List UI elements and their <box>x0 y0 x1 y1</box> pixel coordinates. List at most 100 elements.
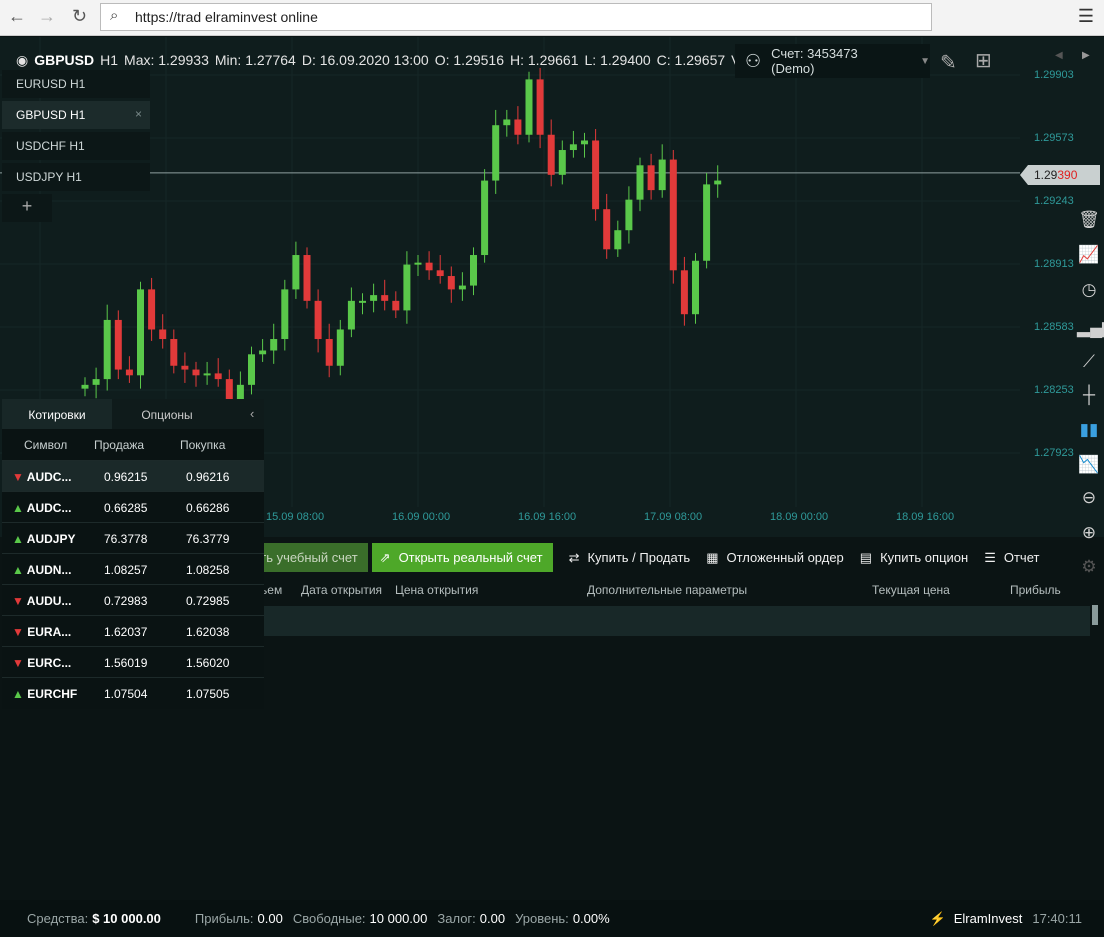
candle-body <box>370 295 378 301</box>
chart-tabs: EURUSD H1 GBPUSD H1 × USDCHF H1 USDJPY H1… <box>2 70 150 222</box>
funds-value: $ 10 000.00 <box>92 911 161 926</box>
zoom-in-icon[interactable]: ⊕ <box>1077 523 1101 543</box>
candle-body <box>503 119 511 126</box>
grid-layout-icon[interactable]: ⊞ <box>975 48 992 73</box>
quote-row[interactable]: ▲ AUDJPY 76.3778 76.3779 <box>2 522 264 553</box>
external-icon: ⇗ <box>379 550 391 565</box>
quote-symbol: AUDU... <box>26 594 72 608</box>
buy-option-button[interactable]: ▤ Купить опцион <box>860 550 968 566</box>
arrow-up-icon: ▲ <box>12 563 24 577</box>
candle-body <box>392 300 400 311</box>
report-icon: ☰ <box>984 549 996 565</box>
quote-symbol: AUDC... <box>26 470 72 484</box>
margin-value: 0.00 <box>479 911 506 926</box>
price-main: 1.29 <box>1034 168 1058 182</box>
candle-body <box>458 285 466 290</box>
quote-sell: 0.66285 <box>104 501 148 515</box>
candle-body <box>248 354 255 385</box>
symbol: GBPUSD <box>34 52 95 68</box>
candle-body <box>481 180 489 256</box>
candle-body <box>470 255 477 286</box>
candle-body <box>159 329 167 340</box>
quote-buy: 0.96216 <box>186 470 230 484</box>
buy-sell-button[interactable]: ⇄ Купить / Продать <box>569 550 691 566</box>
col-current-price[interactable]: Текущая цена <box>872 583 950 597</box>
settings-icon[interactable]: ⚙ <box>1077 557 1101 577</box>
indicators-icon[interactable]: 📉 <box>1077 455 1101 475</box>
col-extra-params[interactable]: Дополнительные параметры <box>587 583 747 597</box>
close-icon[interactable]: × <box>135 107 142 121</box>
quote-buy: 1.08258 <box>186 563 230 577</box>
browser-menu-button[interactable]: ☰ <box>1078 6 1094 27</box>
quote-row[interactable]: ▼ EURA... 1.62037 1.62038 <box>2 615 264 646</box>
tab-usdchf[interactable]: USDCHF H1 <box>2 132 150 160</box>
address-bar[interactable]: ⌕ https://trad elraminvest online <box>100 3 932 31</box>
edit-icon[interactable]: ✎ <box>940 50 957 75</box>
tab-gbpusd[interactable]: GBPUSD H1 × <box>2 101 150 129</box>
forward-button[interactable]: → <box>38 6 56 27</box>
trendline-icon[interactable]: ⟋ <box>1077 352 1101 372</box>
add-tab-button[interactable]: + <box>2 194 52 222</box>
zoom-out-icon[interactable]: ⊖ <box>1077 488 1101 508</box>
quote-row[interactable]: ▲ AUDN... 1.08257 1.08258 <box>2 553 264 584</box>
tab-usdjpy[interactable]: USDJPY H1 <box>2 163 150 191</box>
trash-icon[interactable]: 🗑 <box>1077 210 1101 230</box>
back-button[interactable]: ← <box>8 6 26 27</box>
account-selector[interactable]: ⚇ Счет: 3453473 (Demo) ▼ <box>735 44 930 78</box>
arrow-left-icon[interactable]: ◀ <box>1055 50 1063 61</box>
y-tick-label: 1.27923 <box>1034 447 1074 459</box>
quote-row[interactable]: ▼ AUDC... 0.96215 0.96216 <box>2 460 264 491</box>
header-buy: Покупка <box>180 438 226 452</box>
col-open-price[interactable]: Цена открытия <box>395 583 478 597</box>
candle-body <box>658 159 666 191</box>
candles-icon[interactable]: ▮▮ <box>1077 420 1101 440</box>
report-button[interactable]: ☰ Отчет <box>984 550 1039 566</box>
table-row[interactable] <box>264 606 1090 636</box>
tab-options[interactable]: Опционы <box>112 399 222 429</box>
col-profit[interactable]: Прибыль <box>1010 583 1061 597</box>
account-label: Счет: 3453473 (Demo) <box>771 46 858 76</box>
button-label: Отложенный ордер <box>726 549 844 565</box>
quote-sell: 1.62037 <box>104 625 148 639</box>
level-label: Уровень: <box>515 911 569 926</box>
funds-label: Средства: <box>27 911 89 926</box>
quote-row[interactable]: ▲ AUDC... 0.66285 0.66286 <box>2 491 264 522</box>
quote-row[interactable]: ▲ EURCHF 1.07504 1.07505 <box>2 677 264 708</box>
tab-quotes[interactable]: Котировки <box>2 399 112 429</box>
candle-body <box>336 329 344 366</box>
quote-sell: 1.56019 <box>104 656 148 670</box>
bar-indicator-icon[interactable]: ▂▄▆ <box>1077 318 1104 338</box>
arrow-right-icon[interactable]: ▶ <box>1082 50 1090 61</box>
free-label: Свободные: <box>292 911 366 926</box>
collapse-icon[interactable]: ‹ <box>222 399 254 429</box>
quote-row[interactable]: ▼ AUDU... 0.72983 0.72985 <box>2 584 264 615</box>
line-chart-icon[interactable]: 📈 <box>1077 245 1101 265</box>
candle-body <box>236 384 244 401</box>
candle-body <box>292 255 300 290</box>
profit-label: Прибыль: <box>194 911 254 926</box>
document-icon: ▤ <box>859 549 873 565</box>
eye-icon[interactable]: ◉ <box>16 52 28 69</box>
candle-body <box>525 79 533 135</box>
open-real-account-button[interactable]: ⇗ Открыть реальный счет <box>371 543 553 572</box>
crosshair-icon[interactable]: ┼ <box>1077 385 1101 405</box>
candle-body <box>558 150 566 175</box>
quote-symbol: AUDN... <box>26 563 72 577</box>
candle-body <box>214 373 222 380</box>
candle-body <box>281 289 289 340</box>
scrollbar[interactable] <box>1092 605 1098 625</box>
clock-icon[interactable]: ◷ <box>1077 280 1101 300</box>
tab-label: USDCHF H1 <box>16 139 85 153</box>
arrow-down-icon: ▼ <box>12 594 24 608</box>
arrow-up-icon: ▲ <box>12 532 24 546</box>
quote-symbol: EURA... <box>27 625 72 639</box>
reload-button[interactable]: ↻ <box>72 6 87 27</box>
pending-order-button[interactable]: ▦ Отложенный ордер <box>706 550 844 566</box>
tab-eurusd[interactable]: EURUSD H1 <box>2 70 150 98</box>
quote-row[interactable]: ▼ EURC... 1.56019 1.56020 <box>2 646 264 677</box>
button-label: Отчет <box>1003 549 1040 565</box>
col-open-date[interactable]: Дата открытия <box>301 583 382 597</box>
status-bar: Средства: $ 10 000.00 Прибыль: 0.00 Свобод… <box>0 900 1104 937</box>
header-sell: Продажа <box>94 438 145 452</box>
current-price-tag: 1.29390 <box>1020 165 1100 185</box>
